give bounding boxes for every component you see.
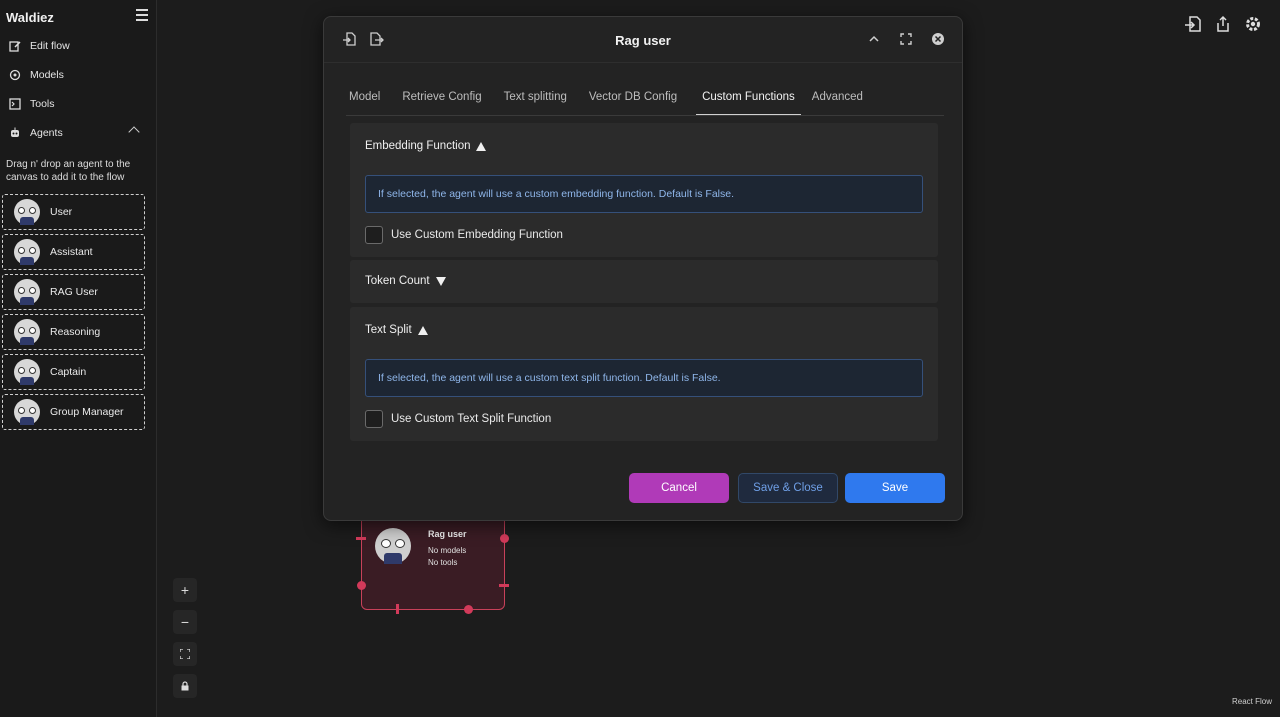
node-avatar [375,528,411,564]
triangle-up-icon [417,325,428,335]
agent-avatar [14,279,40,305]
cancel-button[interactable]: Cancel [629,473,729,503]
nav-label: Edit flow [30,40,70,52]
nav-label: Agents [30,127,63,139]
tabs-divider [346,115,944,116]
chevron-up-icon[interactable] [128,126,140,138]
import-icon[interactable] [1184,15,1202,33]
info-banner: If selected, the agent will use a custom… [365,175,923,213]
text-split-checkbox[interactable] [365,410,383,428]
section-token-count: Token Count [350,260,938,303]
section-toggle-token-count[interactable]: Token Count [365,275,446,287]
app-brand: Waldiez [6,10,54,25]
nav-agents[interactable]: Agents [8,124,63,142]
maximize-icon[interactable] [899,32,913,46]
tab-advanced[interactable]: Advanced [809,83,874,115]
node-handle[interactable] [500,534,509,543]
node-handle[interactable] [356,537,366,540]
node-handle[interactable] [396,604,399,614]
agent-card-group-manager[interactable]: Group Manager [2,394,145,430]
agent-avatar [14,399,40,425]
agent-card-rag-user[interactable]: RAG User [2,274,145,310]
node-tools: No tools [428,558,458,567]
node-handle[interactable] [464,605,473,614]
agent-avatar [14,199,40,225]
modal-tabs: Model Retrieve Config Text splitting Vec… [346,83,882,115]
nav-label: Models [30,69,64,81]
agent-card-captain[interactable]: Captain [2,354,145,390]
tab-model[interactable]: Model [346,83,391,115]
agent-avatar [14,359,40,385]
agent-card-user[interactable]: User [2,194,145,230]
section-text-split: Text Split If selected, the agent will u… [350,307,938,441]
agent-label: RAG User [50,286,98,298]
close-icon[interactable] [931,32,945,46]
agent-label: User [50,206,73,218]
section-toggle-embedding[interactable]: Embedding Function [365,140,487,152]
agent-label: Captain [50,366,87,378]
save-close-button[interactable]: Save & Close [738,473,838,503]
modal-header: Rag user [324,17,962,63]
nav-models[interactable]: Models [8,66,64,84]
tab-text-splitting[interactable]: Text splitting [501,83,578,115]
agent-avatar [14,319,40,345]
tab-vector-db-config[interactable]: Vector DB Config [586,83,688,115]
chevron-up-icon[interactable] [867,32,881,46]
section-title: Embedding Function [365,140,471,152]
text-split-checkbox-row[interactable]: Use Custom Text Split Function [365,410,551,428]
node-title: Rag user [428,529,467,539]
agent-modal: Rag user Model Retrieve Config Text spli… [323,16,963,521]
nav-tools[interactable]: Tools [8,95,55,113]
gear-icon[interactable] [1244,15,1262,33]
nav-label: Tools [30,98,55,110]
triangle-up-icon [476,141,487,151]
section-embedding-function: Embedding Function If selected, the agen… [350,123,938,257]
section-title: Token Count [365,275,430,287]
robot-icon [8,126,22,140]
agent-label: Group Manager [50,406,124,418]
menu-icon[interactable] [136,9,148,21]
sidebar: Waldiez Edit flow Models Tools Agents Dr… [0,0,157,717]
info-banner: If selected, the agent will use a custom… [365,359,923,397]
nav-edit-flow[interactable]: Edit flow [8,37,70,55]
lock-button[interactable] [173,674,197,698]
embedding-checkbox-row[interactable]: Use Custom Embedding Function [365,226,563,244]
share-icon[interactable] [1214,15,1232,33]
checkbox-label: Use Custom Embedding Function [391,229,563,241]
edit-icon [8,39,22,53]
agent-label: Assistant [50,246,93,258]
node-handle[interactable] [357,581,366,590]
zoom-in-button[interactable]: + [173,578,197,602]
zoom-out-button[interactable]: − [173,610,197,634]
agent-avatar [14,239,40,265]
tools-icon [8,97,22,111]
node-handle[interactable] [499,584,509,587]
save-button[interactable]: Save [845,473,945,503]
tab-retrieve-config[interactable]: Retrieve Config [399,83,492,115]
tab-custom-functions[interactable]: Custom Functions [696,83,801,115]
agent-card-reasoning[interactable]: Reasoning [2,314,145,350]
drag-hint: Drag n' drop an agent to the canvas to a… [6,159,131,183]
embedding-checkbox[interactable] [365,226,383,244]
checkbox-label: Use Custom Text Split Function [391,413,552,425]
section-toggle-text-split[interactable]: Text Split [365,324,428,336]
canvas-node-rag-user[interactable]: Rag user No models No tools [361,515,505,610]
triangle-down-icon [435,276,446,286]
agent-card-assistant[interactable]: Assistant [2,234,145,270]
models-icon [8,68,22,82]
agent-label: Reasoning [50,326,101,338]
section-title: Text Split [365,324,412,336]
react-flow-attribution[interactable]: React Flow [1232,697,1272,706]
fit-view-button[interactable] [173,642,197,666]
node-models: No models [428,546,467,555]
